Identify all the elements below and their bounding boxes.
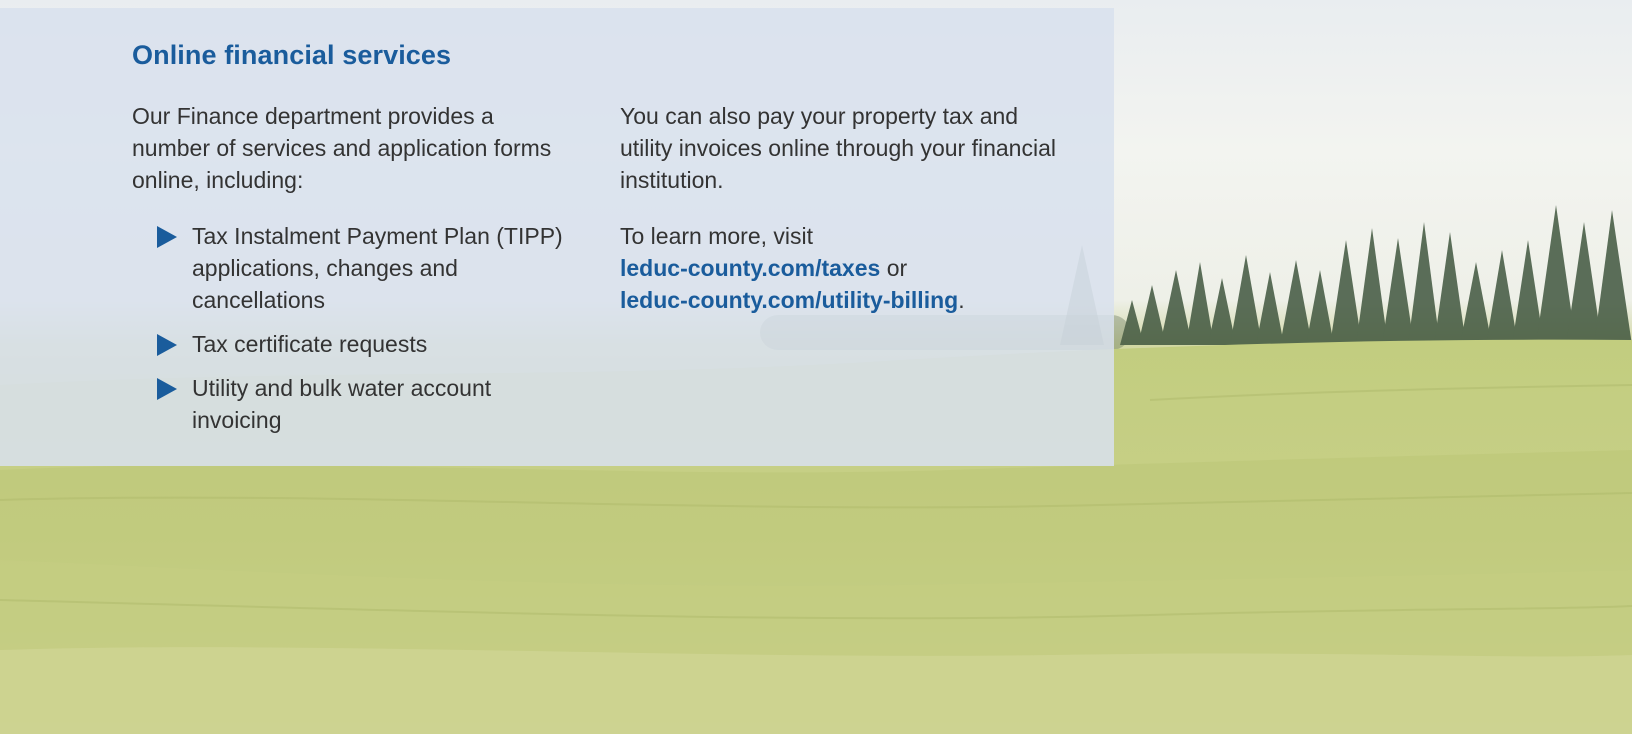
- triangle-bullet-icon: [157, 378, 177, 400]
- list-item-text: Utility and bulk water account invoicing: [192, 375, 492, 433]
- list-item: Utility and bulk water account invoicing: [132, 372, 572, 436]
- list-item: Tax Instalment Payment Plan (TIPP) appli…: [132, 220, 572, 316]
- utility-billing-link[interactable]: leduc-county.com/utility-billing: [620, 287, 958, 313]
- section-heading: Online financial services: [132, 40, 452, 70]
- taxes-link[interactable]: leduc-county.com/taxes: [620, 255, 880, 281]
- list-item: Tax certificate requests: [132, 328, 572, 360]
- right-column: You can also pay your property tax and u…: [620, 100, 1070, 316]
- services-list: Tax Instalment Payment Plan (TIPP) appli…: [132, 220, 572, 436]
- list-item-text: Tax certificate requests: [192, 331, 428, 357]
- connector-text: or: [886, 255, 908, 281]
- triangle-bullet-icon: [157, 334, 177, 356]
- list-item-text: Tax Instalment Payment Plan (TIPP) appli…: [192, 223, 563, 313]
- payment-info-text: You can also pay your property tax and u…: [620, 103, 1056, 193]
- end-period: .: [958, 287, 965, 313]
- panel-content: Online financial services Our Finance de…: [132, 38, 1072, 433]
- triangle-bullet-icon: [157, 226, 177, 248]
- learn-more-prefix: To learn more, visit: [620, 223, 814, 249]
- info-panel: Online financial services Our Finance de…: [0, 8, 1114, 466]
- finance-intro-text: Our Finance department provides a number…: [132, 103, 552, 193]
- learn-more-text: To learn more, visit leduc-county.com/ta…: [620, 220, 1070, 316]
- left-column: Our Finance department provides a number…: [132, 100, 572, 448]
